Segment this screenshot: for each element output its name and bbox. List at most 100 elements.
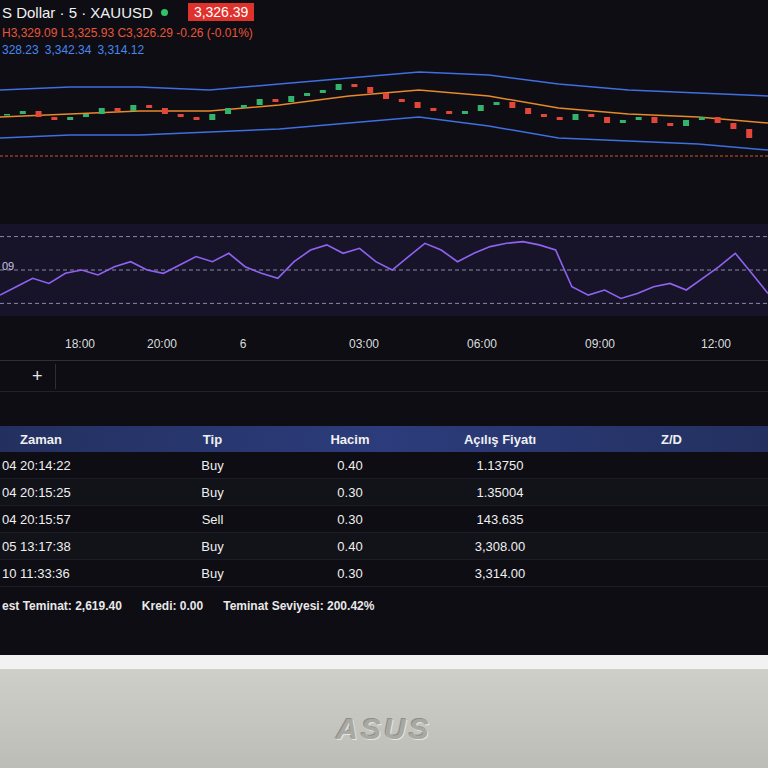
open-price-cell: 3,308.00 bbox=[425, 539, 575, 554]
time-tick: 06:00 bbox=[467, 337, 497, 351]
add-tab-button[interactable]: + bbox=[20, 364, 56, 389]
candle bbox=[430, 108, 436, 111]
candle bbox=[462, 111, 468, 114]
candle bbox=[557, 117, 563, 120]
candle bbox=[367, 87, 373, 93]
candle bbox=[336, 84, 342, 90]
table-row[interactable]: 05 13:17:38Buy0.403,308.00 bbox=[0, 533, 768, 560]
order-level-line bbox=[0, 155, 768, 156]
candle bbox=[99, 108, 105, 114]
photo-frame: S Dollar · 5 · XAUUSD3,326.39H3,329.09 L… bbox=[0, 0, 768, 768]
type-cell: Buy bbox=[150, 485, 275, 500]
margin-level-text: Teminat Seviyesi: 200.42% bbox=[223, 599, 374, 613]
band-value: 3,342.34 bbox=[45, 42, 92, 58]
candle bbox=[272, 99, 278, 102]
candle bbox=[509, 102, 515, 108]
time-cell: 04 20:14:22 bbox=[0, 458, 150, 473]
column-header[interactable]: Tip bbox=[150, 432, 275, 447]
candle bbox=[115, 108, 121, 111]
time-tick: 09:00 bbox=[585, 337, 615, 351]
candle bbox=[241, 105, 247, 108]
tab-bar: + bbox=[0, 360, 768, 392]
candle bbox=[4, 114, 10, 116]
ohlc-values: H3,329.09 L3,325.93 C3,326.29 -0.26 (-0.… bbox=[2, 24, 768, 42]
rsi-level-line bbox=[0, 236, 768, 237]
candle bbox=[288, 96, 294, 102]
candle bbox=[304, 93, 310, 96]
table-row[interactable]: 04 20:14:22Buy0.401.13750 bbox=[0, 452, 768, 479]
candle bbox=[667, 123, 673, 126]
time-cell: 05 13:17:38 bbox=[0, 539, 150, 554]
column-header[interactable]: Açılış Fiyatı bbox=[425, 432, 575, 447]
lower-band-line bbox=[0, 117, 768, 150]
band-value: 328.23 bbox=[2, 42, 39, 58]
column-header[interactable]: Zaman bbox=[0, 432, 150, 447]
band-value: 3,314.12 bbox=[97, 42, 144, 58]
type-cell: Buy bbox=[150, 566, 275, 581]
column-header[interactable]: Hacim bbox=[275, 432, 425, 447]
volume-cell: 0.40 bbox=[275, 539, 425, 554]
candle bbox=[683, 120, 689, 126]
table-row[interactable]: 04 20:15:57Sell0.30143.635 bbox=[0, 506, 768, 533]
monitor-bezel: ASUS bbox=[0, 669, 768, 768]
candle bbox=[620, 120, 626, 123]
open-price-cell: 1.35004 bbox=[425, 485, 575, 500]
table-row[interactable]: 04 20:15:25Buy0.301.35004 bbox=[0, 479, 768, 506]
candle bbox=[51, 117, 57, 120]
volume-cell: 0.30 bbox=[275, 485, 425, 500]
candle bbox=[494, 102, 500, 105]
candle bbox=[320, 90, 326, 93]
candle bbox=[730, 123, 736, 129]
symbol-title: S Dollar · 5 · XAUUSD bbox=[2, 4, 153, 21]
margin-text: est Teminat: 2,619.40 bbox=[2, 599, 122, 613]
rsi-panel bbox=[0, 224, 768, 316]
candle bbox=[446, 111, 452, 114]
trading-screen: S Dollar · 5 · XAUUSD3,326.39H3,329.09 L… bbox=[0, 0, 768, 655]
time-tick: 03:00 bbox=[349, 337, 379, 351]
candle bbox=[415, 102, 421, 108]
table-row[interactable]: 10 11:33:36Buy0.303,314.00 bbox=[0, 560, 768, 587]
candle bbox=[636, 117, 642, 120]
column-header[interactable]: Z/D bbox=[575, 432, 768, 447]
time-tick: 6 bbox=[240, 337, 247, 351]
candle bbox=[20, 111, 26, 114]
candle bbox=[478, 105, 484, 111]
rsi-level-line bbox=[0, 270, 768, 271]
candle bbox=[209, 114, 215, 120]
candle bbox=[399, 99, 405, 102]
candle bbox=[699, 117, 705, 120]
candle bbox=[130, 105, 136, 111]
candle bbox=[525, 108, 531, 114]
brand-logo: ASUS bbox=[336, 692, 431, 746]
candle bbox=[383, 93, 389, 99]
type-cell: Buy bbox=[150, 539, 275, 554]
open-price-cell: 3,314.00 bbox=[425, 566, 575, 581]
type-cell: Buy bbox=[150, 458, 275, 473]
candle bbox=[604, 117, 610, 123]
candle bbox=[588, 114, 594, 117]
time-tick: 18:00 bbox=[65, 337, 95, 351]
chart-header: S Dollar · 5 · XAUUSD3,326.39H3,329.09 L… bbox=[0, 0, 768, 58]
candle bbox=[83, 114, 89, 117]
price-chart[interactable]: 0918:0020:00603:0006:0009:0012:00 bbox=[0, 58, 768, 356]
moving-average-line bbox=[0, 90, 768, 123]
open-price-cell: 143.635 bbox=[425, 512, 575, 527]
candle bbox=[746, 129, 752, 138]
rsi-line bbox=[0, 242, 768, 299]
candle bbox=[351, 84, 357, 87]
type-cell: Sell bbox=[150, 512, 275, 527]
live-dot-icon bbox=[161, 9, 168, 16]
candle bbox=[194, 117, 200, 120]
rsi-level-line bbox=[0, 303, 768, 304]
table-header: ZamanTipHacimAçılış FiyatıZ/D bbox=[0, 426, 768, 452]
time-tick: 12:00 bbox=[701, 337, 731, 351]
time-cell: 04 20:15:25 bbox=[0, 485, 150, 500]
candle bbox=[541, 114, 547, 117]
candle bbox=[36, 111, 42, 117]
status-bar: est Teminat: 2,619.40Kredi: 0.00Teminat … bbox=[0, 587, 768, 613]
time-cell: 04 20:15:57 bbox=[0, 512, 150, 527]
candle bbox=[67, 117, 73, 120]
time-cell: 10 11:33:36 bbox=[0, 566, 150, 581]
candle bbox=[162, 108, 168, 114]
volume-cell: 0.30 bbox=[275, 512, 425, 527]
